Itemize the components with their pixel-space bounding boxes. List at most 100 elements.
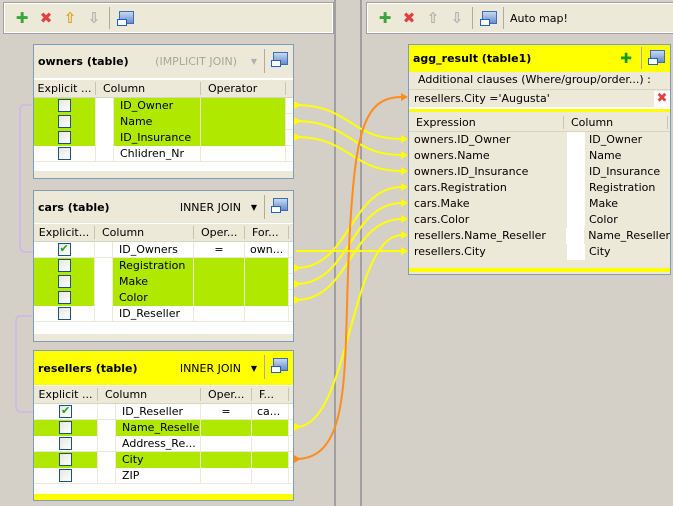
output-expression[interactable]: owners.Name	[409, 148, 567, 164]
output-column[interactable]: Make	[585, 196, 618, 212]
expression-cell[interactable]: own...	[245, 242, 289, 258]
column-name[interactable]: ID_Reseller	[116, 404, 200, 420]
chevron-down-icon[interactable]: ▼	[251, 364, 257, 373]
operator-cell[interactable]: =	[201, 404, 252, 420]
table-row[interactable]: ID_Owner	[34, 98, 293, 114]
table-row[interactable]: City	[34, 452, 293, 468]
column-name[interactable]: Make	[113, 274, 193, 290]
output-column[interactable]: Registration	[585, 180, 655, 196]
move-down-icon[interactable]: ⇩	[448, 9, 466, 27]
explicit-join-checkbox[interactable]	[57, 242, 71, 256]
column-name[interactable]: ID_Reseller	[113, 306, 193, 322]
column-name[interactable]: Name	[114, 114, 200, 130]
column-name[interactable]: Registration	[113, 258, 193, 274]
output-row[interactable]: cars.Registration Registration	[409, 180, 670, 196]
output-row[interactable]: owners.Name Name	[409, 148, 670, 164]
operator-cell[interactable]	[194, 274, 245, 290]
output-column[interactable]: ID_Insurance	[585, 164, 660, 180]
output-row[interactable]: resellers.Name_Reseller Name_Reseller	[409, 228, 670, 244]
output-column[interactable]: Name	[585, 148, 621, 164]
explicit-join-checkbox[interactable]	[58, 115, 71, 128]
output-expression[interactable]: cars.Registration	[409, 180, 567, 196]
operator-cell[interactable]	[201, 114, 286, 130]
table-row[interactable]: ZIP	[34, 468, 293, 484]
add-icon[interactable]: ✚	[376, 9, 394, 27]
column-name[interactable]: Chlidren_Nr	[114, 146, 200, 162]
output-row[interactable]: resellers.City City	[409, 244, 670, 260]
output-expression[interactable]: owners.ID_Owner	[409, 132, 567, 148]
expression-cell[interactable]	[252, 420, 289, 436]
table-row[interactable]: Chlidren_Nr	[34, 146, 293, 162]
explicit-join-checkbox[interactable]	[59, 453, 72, 466]
output-column[interactable]: ID_Owner	[585, 132, 642, 148]
output-column[interactable]: City	[585, 244, 611, 260]
output-column[interactable]: Name_Reseller	[584, 228, 670, 244]
explicit-join-checkbox[interactable]	[57, 259, 71, 272]
move-down-icon[interactable]: ⇩	[85, 9, 103, 27]
expression-cell[interactable]	[252, 436, 289, 452]
operator-cell[interactable]	[201, 452, 252, 468]
explicit-join-checkbox[interactable]	[57, 307, 71, 320]
output-expression[interactable]: cars.Make	[409, 196, 567, 212]
add-icon[interactable]: ✚	[13, 9, 31, 27]
output-expression[interactable]: resellers.Name_Reseller	[409, 228, 566, 244]
column-name[interactable]: ID_Owners	[113, 242, 193, 258]
expression-cell[interactable]	[245, 274, 289, 290]
minimize-icon[interactable]	[271, 198, 288, 213]
minimize-all-icon[interactable]	[116, 9, 134, 27]
column-name[interactable]: ID_Insurance	[114, 130, 200, 146]
expression-cell[interactable]	[252, 468, 289, 484]
explicit-join-checkbox[interactable]	[59, 404, 72, 418]
minimize-all-icon[interactable]	[479, 9, 497, 27]
join-type-select[interactable]: INNER JOIN	[180, 362, 241, 375]
move-up-icon[interactable]: ⇧	[61, 9, 79, 27]
expression-cell[interactable]: ca...	[252, 404, 289, 420]
table-row[interactable]: Name	[34, 114, 293, 130]
output-row[interactable]: owners.ID_Insurance ID_Insurance	[409, 164, 670, 180]
filter-row[interactable]: resellers.City ='Augusta' ✖	[409, 91, 670, 107]
output-expression[interactable]: cars.Color	[409, 212, 567, 228]
table-row[interactable]: ID_Owners = own...	[34, 242, 293, 258]
table-row[interactable]: Name_Reseller	[34, 420, 293, 436]
move-up-icon[interactable]: ⇧	[424, 9, 442, 27]
output-row[interactable]: cars.Make Make	[409, 196, 670, 212]
column-name[interactable]: Color	[113, 290, 193, 306]
minimize-icon[interactable]	[271, 52, 288, 67]
remove-filter-icon[interactable]: ✖	[654, 91, 670, 107]
add-filter-icon[interactable]: ✚	[620, 51, 632, 67]
table-row[interactable]: ID_Reseller	[34, 306, 293, 322]
operator-cell[interactable]	[201, 420, 252, 436]
operator-cell[interactable]	[201, 146, 286, 162]
explicit-join-checkbox[interactable]	[58, 131, 71, 144]
explicit-join-checkbox[interactable]	[58, 99, 71, 112]
auto-map-button[interactable]: Auto map!	[510, 12, 568, 25]
output-expression[interactable]: resellers.City	[409, 244, 567, 260]
expression-cell[interactable]	[245, 258, 289, 274]
column-name[interactable]: Name_Reseller	[116, 420, 200, 436]
explicit-join-checkbox[interactable]	[59, 469, 72, 482]
minimize-icon[interactable]	[271, 358, 288, 373]
operator-cell[interactable]	[201, 468, 252, 484]
column-name[interactable]: ID_Owner	[114, 98, 200, 114]
operator-cell[interactable]	[194, 306, 245, 322]
expression-cell[interactable]	[245, 290, 289, 306]
explicit-join-checkbox[interactable]	[59, 437, 72, 450]
minimize-icon[interactable]	[648, 50, 665, 65]
output-column[interactable]: Color	[585, 212, 618, 228]
explicit-join-checkbox[interactable]	[57, 275, 71, 288]
chevron-down-icon[interactable]: ▼	[251, 203, 257, 212]
remove-icon[interactable]: ✖	[37, 9, 55, 27]
output-expression[interactable]: owners.ID_Insurance	[409, 164, 567, 180]
column-name[interactable]: City	[116, 452, 200, 468]
column-name[interactable]: ZIP	[116, 468, 200, 484]
table-row[interactable]: Color	[34, 290, 293, 306]
table-row[interactable]: Address_Re...	[34, 436, 293, 452]
remove-icon[interactable]: ✖	[400, 9, 418, 27]
operator-cell[interactable]	[201, 436, 252, 452]
operator-cell[interactable]	[201, 130, 286, 146]
output-row[interactable]: cars.Color Color	[409, 212, 670, 228]
table-row[interactable]: Registration	[34, 258, 293, 274]
operator-cell[interactable]	[194, 290, 245, 306]
explicit-join-checkbox[interactable]	[57, 291, 71, 304]
explicit-join-checkbox[interactable]	[58, 147, 71, 160]
